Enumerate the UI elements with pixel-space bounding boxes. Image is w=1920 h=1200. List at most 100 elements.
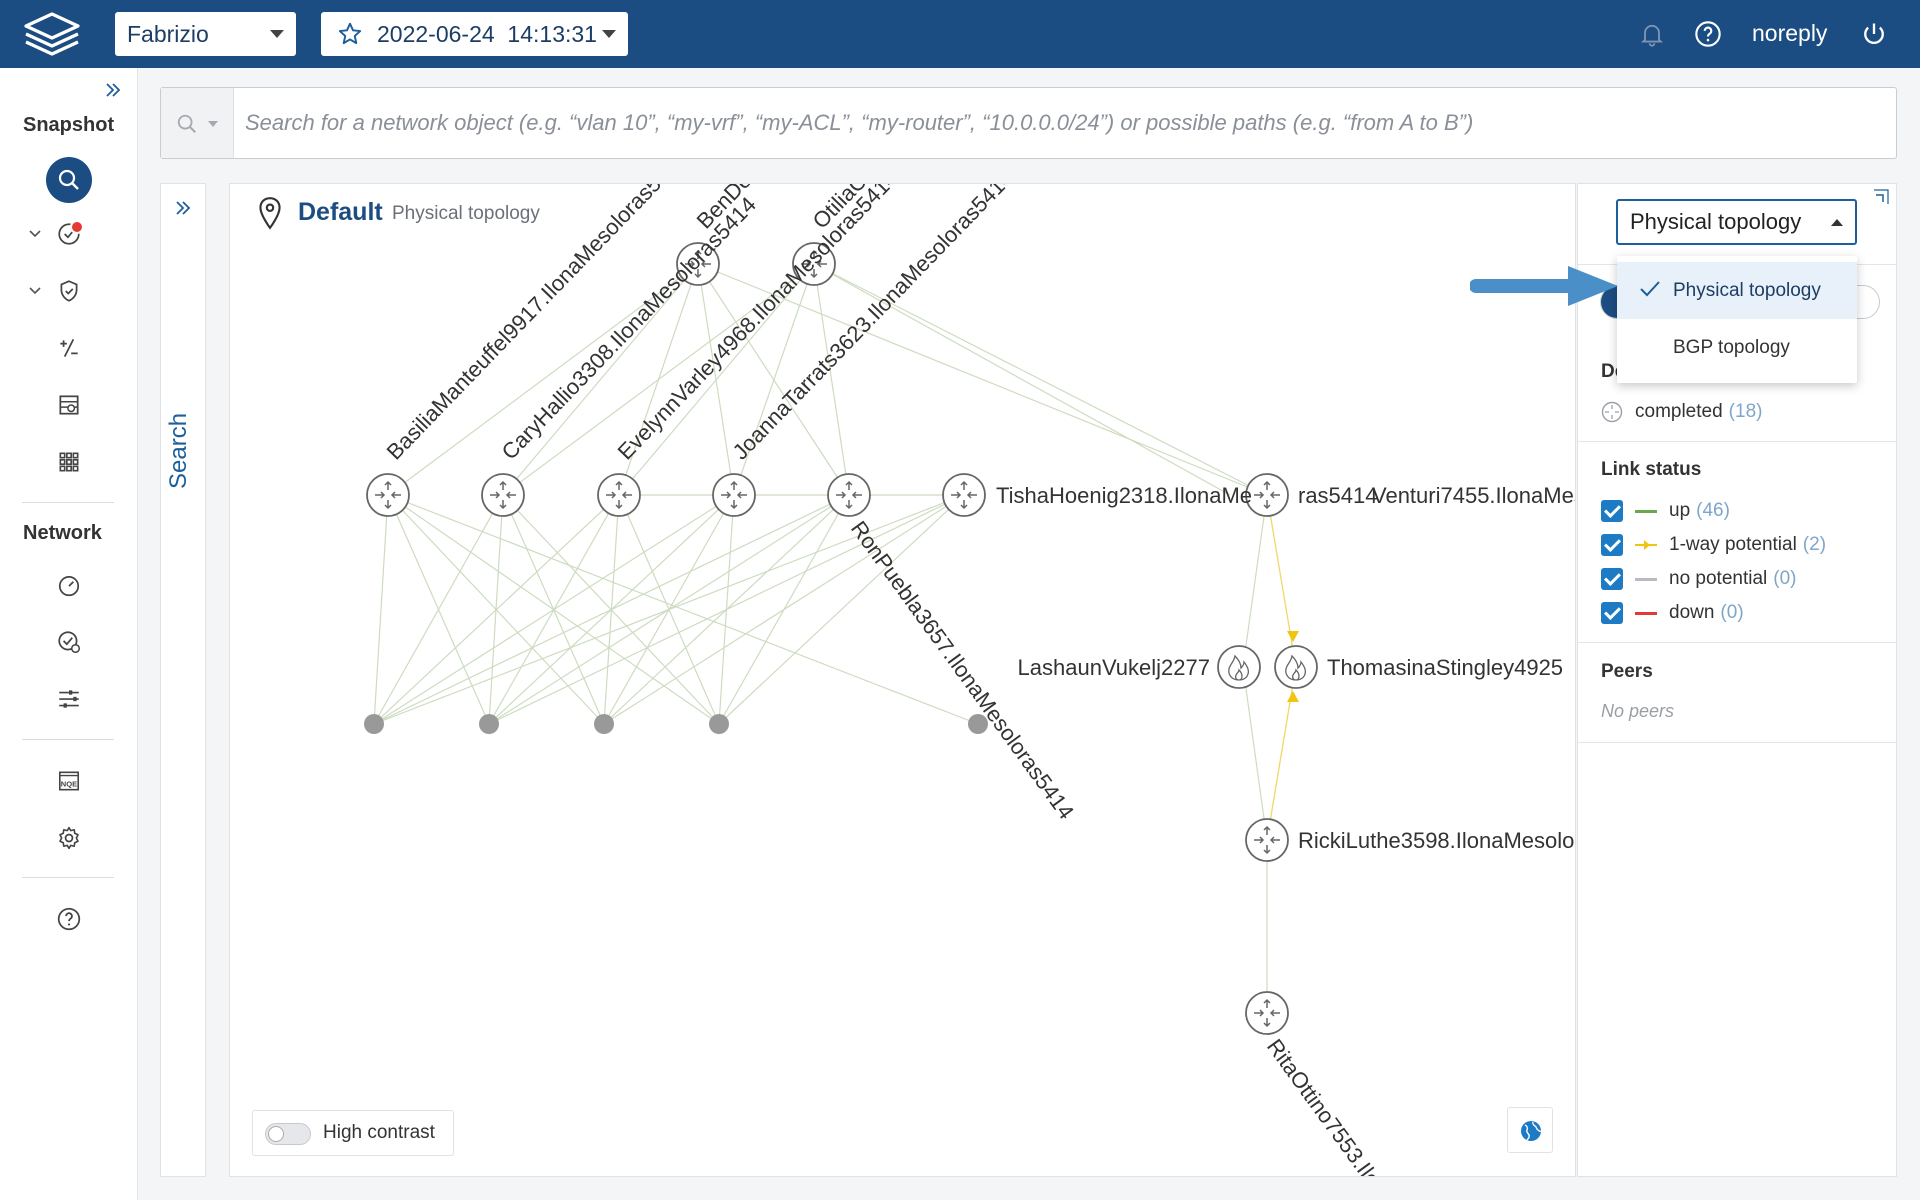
link-status-up[interactable]: up (46) — [1601, 499, 1730, 523]
search-input[interactable] — [245, 88, 1885, 158]
user-menu[interactable]: noreply — [1752, 20, 1827, 47]
search-icon — [177, 114, 196, 133]
link-label: no potential — [1669, 568, 1768, 589]
menu-item-label: Physical topology — [1673, 279, 1821, 301]
checkbox[interactable] — [1601, 500, 1623, 522]
dashboard-icon[interactable] — [56, 572, 82, 598]
power-icon[interactable] — [1860, 20, 1888, 48]
help-icon[interactable] — [1694, 20, 1722, 48]
annotation-arrow — [1470, 266, 1618, 306]
inventory-icon[interactable] — [56, 392, 82, 418]
link-count: (46) — [1696, 500, 1730, 521]
host-node[interactable] — [479, 714, 499, 734]
snapshot-heading: Snapshot — [23, 114, 115, 136]
collapse-panel-icon[interactable] — [1872, 188, 1890, 206]
double-chevron-right-icon[interactable] — [173, 198, 193, 218]
checkbox[interactable] — [1601, 602, 1623, 624]
high-contrast-toggle[interactable] — [265, 1123, 311, 1145]
topology-type-dropdown[interactable]: Physical topology — [1616, 199, 1857, 245]
menu-item-bgp-topology[interactable]: BGP topology — [1617, 319, 1857, 376]
checkbox[interactable] — [1601, 568, 1623, 590]
router-status-icon — [1601, 401, 1623, 423]
router-node-evelynn[interactable] — [597, 473, 641, 517]
caret-down-icon — [602, 30, 616, 38]
left-rail: Snapshot Network NQE — [0, 68, 138, 1200]
forward-logo-icon[interactable] — [18, 10, 86, 58]
menu-item-physical-topology[interactable]: Physical topology — [1617, 262, 1857, 319]
site-title: Default — [298, 198, 383, 226]
router-node-tisha[interactable] — [942, 473, 986, 517]
firewall-node-thomasina[interactable] — [1274, 645, 1318, 689]
link-count: (0) — [1773, 568, 1797, 589]
chevron-down-icon[interactable] — [28, 227, 42, 241]
caret-down-icon — [208, 121, 218, 127]
device-status-completed[interactable]: completed (18) — [1601, 400, 1762, 424]
no-peers-text: No peers — [1601, 701, 1675, 721]
help-icon[interactable] — [56, 906, 82, 932]
router-node-cary[interactable] — [481, 473, 525, 517]
network-selector-value: Fabrizio — [127, 20, 209, 47]
collection-icon[interactable] — [56, 629, 82, 655]
host-node[interactable] — [594, 714, 614, 734]
one-way-arrow-icon — [1635, 540, 1657, 550]
router-node-ron[interactable] — [827, 473, 871, 517]
search-tab-label: Search — [165, 412, 192, 489]
link-status-no-potential[interactable]: no potential (0) — [1601, 567, 1796, 591]
rail-divider — [22, 877, 114, 878]
apps-grid-icon[interactable] — [56, 449, 82, 475]
star-icon[interactable] — [337, 21, 363, 47]
double-chevron-right-icon[interactable] — [103, 80, 123, 100]
diff-icon[interactable] — [56, 335, 82, 361]
node-label: CaryHallio3308.IlonaMesoloras5414 — [497, 192, 761, 464]
topology-graph[interactable]: BasiliaManteuffel9917.IlonaMesoloras5 Ca… — [230, 184, 1576, 1177]
link-label: down — [1669, 602, 1715, 623]
checkbox[interactable] — [1601, 534, 1623, 556]
search-side-panel-tab[interactable]: Search — [160, 183, 206, 1177]
host-node[interactable] — [709, 714, 729, 734]
topology-type-menu: Physical topology BGP topology — [1617, 256, 1857, 383]
chevron-down-icon[interactable] — [28, 284, 42, 298]
node-label: Venturi7455.IlonaMeso — [1372, 483, 1576, 508]
one-way-arrow — [1287, 631, 1299, 642]
node-label: LashaunVukelj2277 — [1018, 655, 1210, 680]
link-status-1way[interactable]: 1-way potential (2) — [1601, 533, 1826, 557]
settings-icon[interactable] — [56, 825, 82, 851]
firewall-node-lashaun[interactable] — [1217, 645, 1261, 689]
completed-count: (18) — [1728, 401, 1763, 422]
node-label: TishaHoenig2318.IlonaMe — [996, 483, 1252, 508]
link-label: up — [1669, 500, 1691, 521]
sliders-icon[interactable] — [56, 686, 82, 712]
link-count: (2) — [1802, 534, 1827, 555]
router-node-joanna[interactable] — [712, 473, 756, 517]
shield-icon[interactable] — [56, 278, 82, 304]
link-down-swatch — [1635, 611, 1657, 615]
link-none-swatch — [1635, 577, 1657, 581]
bell-icon[interactable] — [1638, 20, 1666, 48]
global-search-bar — [160, 87, 1897, 159]
link-label: 1-way potential — [1669, 534, 1797, 555]
peers-heading: Peers — [1601, 661, 1653, 682]
check-icon — [1640, 281, 1660, 297]
router-node-ricki[interactable] — [1245, 818, 1289, 862]
nqe-icon[interactable]: NQE — [56, 768, 82, 794]
map-view-button[interactable] — [1507, 1107, 1553, 1153]
svg-text:NQE: NQE — [61, 779, 77, 788]
node-label: RitaOttino7553.Ilon — [1262, 1034, 1393, 1177]
topology-canvas[interactable]: BasiliaManteuffel9917.IlonaMesoloras5 Ca… — [229, 183, 1576, 1177]
rail-divider — [22, 739, 114, 740]
snapshot-selector[interactable]: 2022-06-24 14:13:31 — [321, 12, 628, 56]
link-status-down[interactable]: down (0) — [1601, 601, 1744, 625]
node-label: JoannaTarrats3623.IlonaMesoloras5414 — [728, 184, 1019, 464]
router-node-basilia[interactable] — [366, 473, 410, 517]
top-bar: Fabrizio 2022-06-24 14:13:31 noreply — [0, 0, 1920, 68]
one-way-arrow — [1287, 691, 1299, 702]
router-node-rita[interactable] — [1245, 991, 1289, 1035]
host-node[interactable] — [364, 714, 384, 734]
link-up-swatch — [1635, 509, 1657, 513]
network-selector[interactable]: Fabrizio — [115, 12, 296, 56]
search-mode-button[interactable] — [161, 88, 234, 158]
router-node-venturi[interactable] — [1245, 473, 1289, 517]
snapshot-selector-value: 2022-06-24 14:13:31 — [377, 20, 597, 47]
rail-search-button[interactable] — [46, 157, 92, 203]
link-count: (0) — [1720, 602, 1744, 623]
